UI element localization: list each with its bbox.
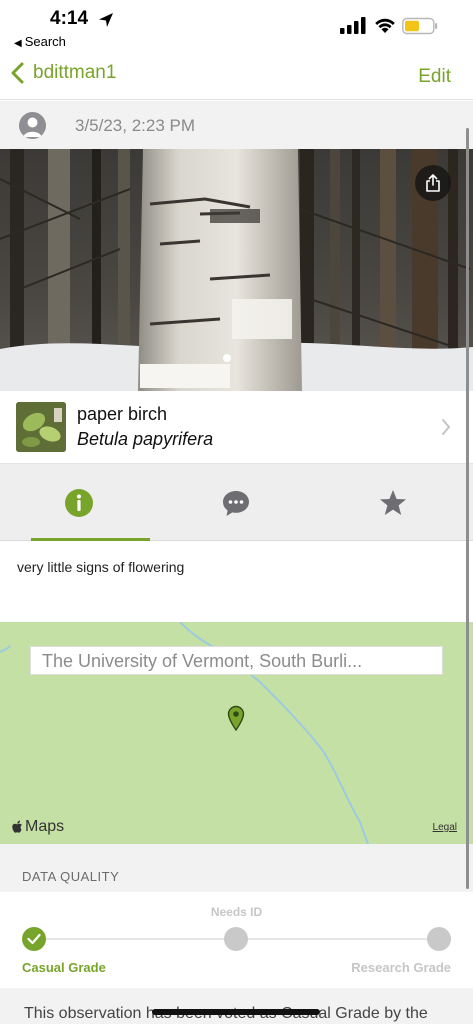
info-icon: [64, 488, 93, 517]
share-icon: [426, 174, 440, 192]
observation-date: 3/5/23, 2:23 PM: [75, 116, 196, 135]
data-quality-meter: Needs ID Casual Grade Research Grade: [0, 892, 473, 988]
apple-maps-logo: Maps: [12, 818, 64, 836]
description-section: very little signs of flowering: [0, 541, 473, 622]
taxon-common-name: paper birch: [77, 404, 168, 424]
home-indicator[interactable]: [152, 1009, 320, 1015]
chat-bubble-icon: [222, 490, 249, 516]
location-map[interactable]: The University of Vermont, South Burli..…: [0, 622, 473, 844]
avatar[interactable]: [19, 112, 46, 139]
star-icon: [379, 489, 406, 515]
birch-forest-image: [0, 149, 473, 391]
casual-grade-dot: [22, 927, 46, 951]
observation-photo[interactable]: [0, 149, 473, 391]
edit-button[interactable]: Edit: [418, 66, 451, 88]
status-time: 4:14: [50, 8, 89, 29]
navigation-bar: bdittman1 Edit: [0, 52, 473, 100]
apple-logo-icon: [12, 820, 22, 833]
taxon-thumbnail: [16, 402, 66, 452]
taxon-row[interactable]: paper birch Betula papyrifera: [0, 391, 473, 464]
back-to-app-label: Search: [24, 34, 66, 49]
status-bar: 4:14 ◀ Search: [0, 0, 473, 52]
chevron-right-icon: [442, 419, 450, 435]
data-quality-header: DATA QUALITY: [0, 844, 473, 892]
tab-favorites[interactable]: [314, 464, 471, 541]
data-quality-explanation-section: This observation has been voted as Casua…: [0, 988, 473, 1024]
wifi-icon: [375, 18, 395, 33]
checkmark-icon: [27, 933, 41, 945]
data-quality-title: DATA QUALITY: [22, 869, 120, 884]
maps-brand-label: Maps: [25, 818, 65, 835]
person-icon: [23, 117, 42, 137]
battery-icon: [402, 17, 438, 35]
taxon-scientific-name: Betula papyrifera: [77, 429, 214, 449]
map-location-field[interactable]: The University of Vermont, South Burli..…: [30, 646, 443, 675]
detail-tabs: [0, 464, 473, 541]
back-to-app-link[interactable]: ◀ Search: [14, 34, 66, 49]
map-legal-link[interactable]: Legal: [433, 822, 457, 833]
chevron-left-icon: [11, 62, 24, 84]
leaf-thumbnail-image: [16, 402, 66, 452]
needs-id-dot: [224, 927, 248, 951]
location-arrow-icon: [99, 13, 113, 27]
tab-comments[interactable]: [157, 464, 314, 541]
observation-description: very little signs of flowering: [17, 559, 185, 575]
casual-grade-label: Casual Grade: [22, 960, 106, 975]
back-button-label: bdittman1: [33, 62, 117, 83]
cellular-signal-icon: [340, 17, 366, 34]
share-button[interactable]: [415, 165, 451, 201]
back-triangle-icon: ◀: [14, 38, 22, 49]
research-grade-dot: [427, 927, 451, 951]
scrollbar[interactable]: [466, 128, 469, 889]
research-grade-label: Research Grade: [351, 960, 451, 975]
back-button[interactable]: bdittman1: [10, 62, 116, 84]
tab-info[interactable]: [0, 464, 157, 541]
observer-row: 3/5/23, 2:23 PM: [0, 101, 473, 149]
photo-page-indicator: [223, 354, 231, 362]
map-pin-icon[interactable]: [227, 705, 245, 731]
needs-id-label: Needs ID: [210, 905, 263, 919]
